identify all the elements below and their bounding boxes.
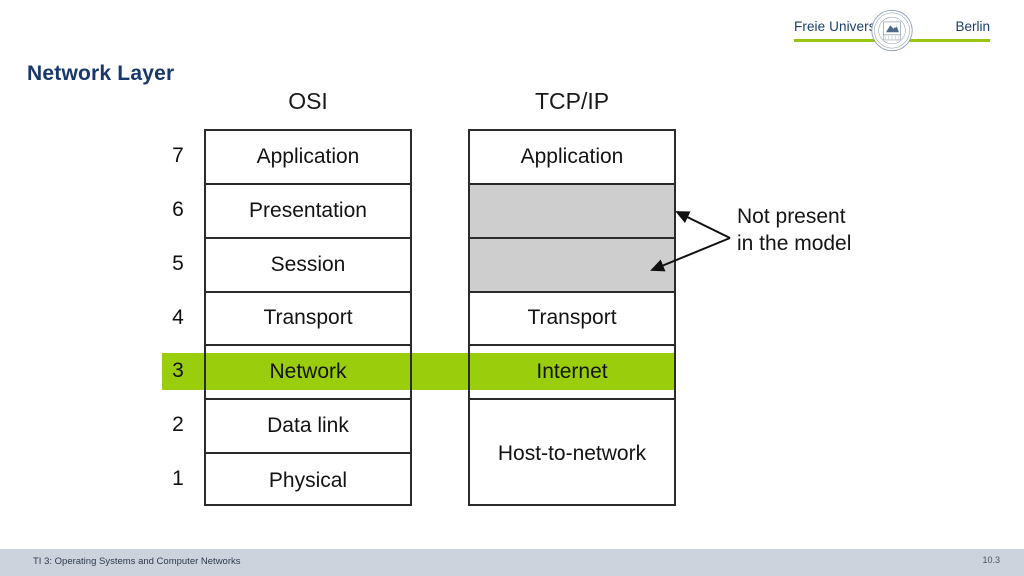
layer-number-2: 2 xyxy=(172,413,184,437)
osi-stack: Application Presentation Session Transport N… xyxy=(204,129,412,506)
osi-cell-physical: Physical xyxy=(268,468,348,492)
callout-arrows-icon xyxy=(650,211,731,272)
footer-bar: TI 3: Operating Systems and Computer Net… xyxy=(0,549,1024,576)
layer-number-6: 6 xyxy=(172,197,184,221)
tcpip-stack: Application Transport Internet Host-to-netw… xyxy=(468,129,676,506)
tcpip-cell-internet: Internet xyxy=(470,346,674,401)
tcpip-cell-host-to-network: Host-to-network xyxy=(497,442,647,466)
footer-course-label: TI 3: Operating Systems and Computer Net… xyxy=(33,556,241,567)
osi-cell-application: Application xyxy=(206,131,410,185)
layer-number-1: 1 xyxy=(172,467,184,491)
layer-number-7: 7 xyxy=(172,144,184,167)
layer-number-4: 4 xyxy=(172,305,184,329)
osi-cell-data-link: Data link xyxy=(206,400,410,455)
callout-line-1: Not present xyxy=(737,205,846,228)
osi-tcpip-comparison-diagram: OSI TCP/IP 7654321 Application Presentati… xyxy=(0,0,1024,576)
footer-page-number: 10.3 xyxy=(982,555,1000,565)
layer-number-5: 5 xyxy=(172,251,184,275)
tcpip-cell-application: Application xyxy=(470,131,674,185)
column-header-osi: OSI xyxy=(288,88,328,114)
callout-not-present: Not present in the model xyxy=(737,203,851,257)
osi-cell-transport: Transport xyxy=(206,293,410,347)
column-header-tcpip: TCP/IP xyxy=(534,88,610,114)
osi-cell-presentation: Presentation xyxy=(206,185,410,239)
tcpip-cell-transport: Transport xyxy=(470,293,674,347)
osi-cell-session: Session xyxy=(206,239,410,293)
osi-cell-network: Network xyxy=(206,346,410,401)
callout-line-2: in the model xyxy=(737,232,852,255)
layer-number-3: 3 xyxy=(172,359,184,383)
